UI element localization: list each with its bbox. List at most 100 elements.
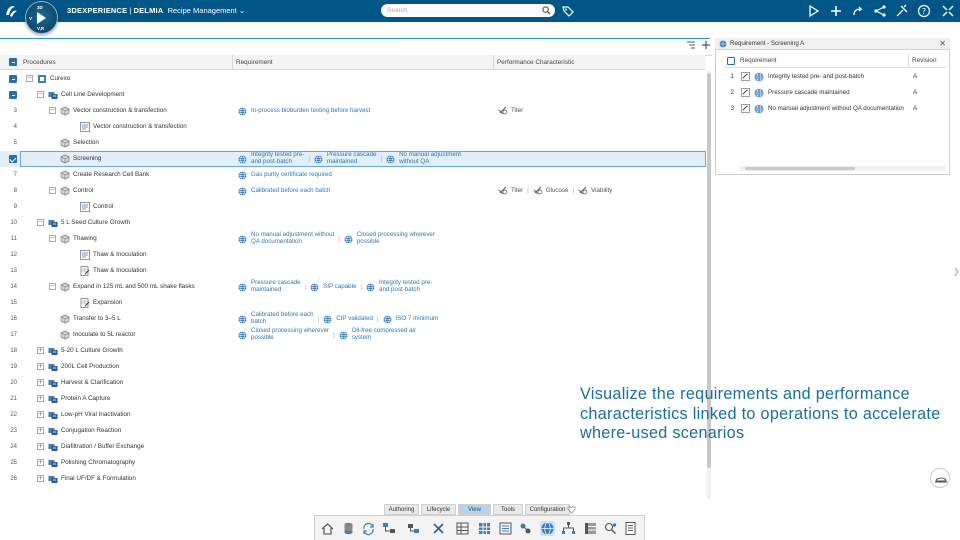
collapse-icon[interactable]: −: [37, 91, 44, 98]
chevron-down-icon[interactable]: ⌄: [239, 6, 245, 15]
procedure-label[interactable]: Low-pH Viral Inactivation: [61, 407, 131, 423]
expand-icon[interactable]: +: [37, 363, 44, 370]
procedure-label[interactable]: Final UF/DF & Formulation: [61, 471, 136, 487]
tag-icon[interactable]: [561, 4, 575, 18]
add-icon[interactable]: [829, 4, 843, 18]
procedure-label[interactable]: 5 L Seed Culture Growth: [61, 215, 130, 231]
row-checkbox[interactable]: [9, 155, 17, 163]
table-row[interactable]: 16 Transfer to 3–5 L Calibrated before eac…: [0, 311, 705, 327]
link-icon[interactable]: [518, 521, 533, 536]
app-title[interactable]: 3DEXPERIENCE | DELMIA Recipe Management …: [67, 5, 245, 17]
compass-icon[interactable]: V 3D V,R: [25, 1, 58, 34]
tab-configuration[interactable]: Configuration: [525, 504, 570, 515]
table-row[interactable]: 5 Selection: [0, 135, 705, 151]
requirement-row[interactable]: 1 Integrity tested pre- and post-batch A: [716, 69, 946, 85]
network-share-icon[interactable]: [873, 4, 887, 18]
procedure-label[interactable]: Thaw & Inoculation: [93, 247, 147, 263]
collapse-icon[interactable]: −: [37, 219, 44, 226]
tab-lifecycle[interactable]: Lifecycle: [421, 504, 456, 515]
search-input[interactable]: Search: [381, 4, 555, 17]
column-revision[interactable]: Revision: [908, 54, 946, 68]
requirement-link[interactable]: In-process bioburden testing before harv…: [251, 107, 370, 115]
table-row[interactable]: 18 +5-20 L Culture Growth: [0, 343, 705, 359]
table-row[interactable]: 12 Thaw & Inoculation: [0, 247, 705, 263]
expand-icon[interactable]: +: [37, 395, 44, 402]
select-all-checkbox[interactable]: [727, 57, 735, 65]
procedure-label[interactable]: Protein A Capture: [61, 391, 110, 407]
compass-collapse-icon[interactable]: [941, 4, 955, 18]
row-checkbox[interactable]: [9, 75, 17, 83]
report-icon[interactable]: [623, 521, 638, 536]
procedure-label[interactable]: Expansion: [93, 295, 122, 311]
structure-icon[interactable]: [382, 521, 397, 536]
table-row[interactable]: 19 +200L Cell Production: [0, 359, 705, 375]
favorite-heart-icon[interactable]: [567, 505, 576, 514]
procedure-label[interactable]: Thawing: [73, 231, 97, 247]
procedure-label[interactable]: Diafiltration / Buffer Exchange: [61, 439, 144, 455]
table-row[interactable]: 15 Expansion: [0, 295, 705, 311]
procedure-label[interactable]: Selection: [73, 135, 99, 151]
requirement-link[interactable]: Integrity tested pre-and post-batch: [379, 280, 432, 293]
requirement-link[interactable]: Calibrated before each batch: [251, 312, 314, 325]
tab-view[interactable]: View: [458, 504, 491, 515]
column-requirement[interactable]: Requirement: [740, 54, 777, 68]
collapse-icon[interactable]: −: [49, 235, 56, 242]
grid-icon[interactable]: [477, 521, 492, 536]
scrollbar-thumb[interactable]: [745, 167, 855, 170]
requirement-link[interactable]: ISO 7 minimum: [396, 315, 439, 323]
column-procedures[interactable]: Procedures: [20, 55, 233, 70]
expand-icon[interactable]: +: [37, 459, 44, 466]
requirement-link[interactable]: Closed processing wherever possible: [357, 232, 435, 245]
column-performance-characteristic[interactable]: Performance Characteristic: [494, 55, 705, 70]
home-icon[interactable]: [320, 521, 335, 536]
column-requirement[interactable]: Requirement: [233, 55, 494, 70]
requirement-row[interactable]: 2 Pressure cascade maintained A: [716, 85, 946, 101]
table-row[interactable]: 13 Thaw & Inoculation: [0, 263, 705, 279]
expand-icon[interactable]: +: [37, 475, 44, 482]
procedure-label[interactable]: Expand in 125 mL and 500 mL shake flasks: [73, 279, 195, 295]
expand-icon[interactable]: +: [37, 443, 44, 450]
collapse-icon[interactable]: −: [26, 75, 33, 82]
list-icon[interactable]: [498, 521, 513, 536]
requirement-label[interactable]: No manual adjustment without QA document…: [768, 101, 904, 117]
table-row[interactable]: 25 + Polishing Chromatography: [0, 455, 705, 471]
procedure-label[interactable]: Vector construction & transfection: [93, 119, 187, 135]
requirement-link[interactable]: No manual adjustment without QA documenta…: [251, 232, 334, 245]
refresh-icon[interactable]: [361, 521, 376, 536]
characteristic-label[interactable]: Viability: [591, 187, 612, 194]
table-row[interactable]: 14 − Expand in 125 mL and 500 mL shake fla…: [0, 279, 705, 295]
table-row[interactable]: 8 − Control Calibrated before each batch Tit…: [0, 183, 705, 199]
table-row[interactable]: 3 − Vector construction & transfection In-p…: [0, 103, 705, 119]
requirement-link[interactable]: No manual adjustment without QA: [399, 152, 461, 165]
requirement-link[interactable]: CIP validated: [336, 315, 373, 323]
procedure-label[interactable]: Transfer to 3–5 L: [73, 311, 121, 327]
add-icon[interactable]: [701, 40, 711, 50]
table-row[interactable]: Screening Integrity tested pre-and post-b…: [0, 151, 706, 167]
requirement-link[interactable]: Pressure cascade maintained: [327, 152, 377, 165]
tree-options-icon[interactable]: [686, 40, 696, 50]
resource-icon[interactable]: [406, 521, 421, 536]
procedure-label[interactable]: Harvest & Clarification: [61, 375, 123, 391]
side-panel-expand-icon[interactable]: ❯: [953, 267, 960, 276]
table-row[interactable]: 7 Create Research Cell Bank Gas purity cer…: [0, 167, 705, 183]
close-icon[interactable]: ✕: [939, 38, 946, 50]
procedure-label[interactable]: Curexo: [50, 71, 70, 87]
database-icon[interactable]: [341, 521, 356, 536]
collapse-icon[interactable]: −: [49, 187, 56, 194]
expand-icon[interactable]: +: [37, 411, 44, 418]
table-row[interactable]: 10 − 5 L Seed Culture Growth: [0, 215, 705, 231]
tree-icon[interactable]: [561, 521, 576, 536]
expand-icon[interactable]: +: [37, 347, 44, 354]
collapse-icon[interactable]: −: [49, 107, 56, 114]
procedure-label[interactable]: Thaw & Inoculation: [93, 263, 147, 279]
procedure-label[interactable]: Inoculate to 5L reactor: [73, 327, 135, 343]
tab-tools[interactable]: Tools: [493, 504, 523, 515]
requirement-row[interactable]: 3 No manual adjustment without QA documen…: [716, 101, 946, 117]
collapse-icon[interactable]: −: [49, 283, 56, 290]
tools-icon[interactable]: [895, 4, 909, 18]
procedure-label[interactable]: 200L Cell Production: [61, 359, 119, 375]
table-row[interactable]: 17 Inoculate to 5L reactor Closed processi…: [0, 327, 705, 343]
procedure-label[interactable]: Polishing Chromatography: [61, 455, 135, 471]
share-icon[interactable]: [807, 4, 821, 18]
expand-icon[interactable]: +: [37, 427, 44, 434]
